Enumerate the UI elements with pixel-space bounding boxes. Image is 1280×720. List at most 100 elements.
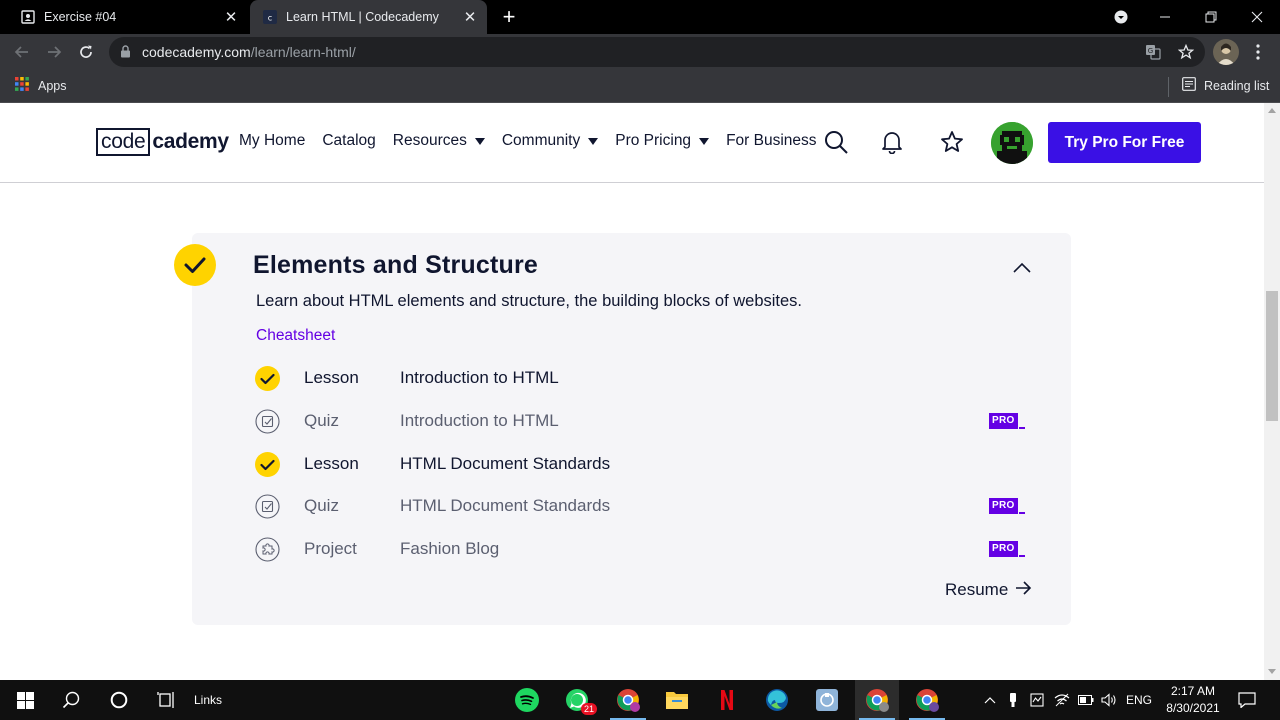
nav-for-business[interactable]: For Business: [726, 132, 816, 150]
tab-favicon-icon: c: [262, 9, 278, 25]
browser-toolbar: codecademy.com/learn/learn-html/ G: [0, 34, 1280, 70]
battery-icon[interactable]: [1075, 680, 1097, 720]
netflix-icon[interactable]: [707, 680, 747, 720]
tab-favicon-icon: [20, 9, 36, 25]
bookmarks-bar: Apps Reading list: [0, 70, 1280, 103]
logo-rest-text: cademy: [152, 130, 229, 153]
page-scrollbar[interactable]: [1264, 103, 1280, 680]
chrome-profile-icon[interactable]: [905, 680, 949, 720]
module-title: Elements and Structure: [253, 251, 539, 279]
reading-list-label: Reading list: [1204, 78, 1270, 93]
lock-icon[interactable]: [120, 45, 131, 63]
arrow-right-icon: [1015, 580, 1032, 600]
translate-icon[interactable]: G: [1143, 42, 1163, 62]
page-viewport: code cademy My Home Catalog Resources Co…: [0, 103, 1264, 680]
tab-codecademy[interactable]: c Learn HTML | Codecademy ✕: [250, 0, 487, 34]
profile-avatar[interactable]: [1213, 39, 1239, 65]
notifications-icon[interactable]: [1230, 680, 1264, 720]
module-item[interactable]: Quiz HTML Document Standards PRO: [255, 491, 1030, 521]
item-type: Quiz: [304, 411, 339, 430]
restore-icon[interactable]: [1188, 0, 1234, 34]
back-icon[interactable]: [9, 39, 35, 65]
show-hidden-icons-icon[interactable]: [980, 680, 1000, 720]
profile-dropdown-icon[interactable]: [1098, 0, 1144, 34]
quiz-icon: [255, 494, 280, 519]
tab-title: Learn HTML | Codecademy: [286, 10, 439, 24]
item-name: Fashion Blog: [400, 539, 500, 558]
module-item[interactable]: Lesson HTML Document Standards: [255, 449, 1030, 479]
new-tab-icon[interactable]: +: [497, 4, 521, 29]
cheatsheet-link[interactable]: Cheatsheet: [256, 327, 335, 345]
caret-down-icon: [699, 137, 710, 145]
scrollbar-thumb[interactable]: [1266, 291, 1278, 421]
reading-list-button[interactable]: Reading list: [1182, 77, 1269, 94]
bell-icon[interactable]: [878, 128, 906, 156]
reading-list-icon: [1182, 77, 1196, 94]
caret-down-icon: [474, 137, 485, 145]
chevron-up-icon[interactable]: [1010, 257, 1034, 277]
logo-boxed-text: code: [96, 128, 151, 156]
edge-icon[interactable]: [757, 680, 797, 720]
user-avatar[interactable]: [991, 122, 1033, 164]
bookmarks-divider: [1168, 77, 1169, 97]
nav-community[interactable]: Community: [502, 132, 599, 150]
project-puzzle-icon: [255, 537, 280, 562]
close-icon[interactable]: ✕: [459, 6, 481, 28]
windows-start-icon[interactable]: [2, 680, 48, 720]
cortana-icon[interactable]: [96, 680, 142, 720]
chrome-profile-z-icon[interactable]: [606, 680, 650, 720]
resume-button[interactable]: Resume: [945, 580, 1032, 600]
check-icon: [255, 366, 280, 391]
bookmark-star-icon[interactable]: [1176, 42, 1196, 62]
caret-down-icon: [588, 137, 599, 145]
taskbar-search-icon[interactable]: [48, 680, 94, 720]
module-item[interactable]: Project Fashion Blog PRO: [255, 534, 1030, 564]
window-close-icon[interactable]: [1234, 0, 1280, 34]
apps-grid-icon: [15, 77, 29, 94]
codecademy-logo[interactable]: code cademy: [96, 128, 229, 156]
usb-device-icon[interactable]: [1003, 680, 1023, 720]
spotify-icon[interactable]: [507, 680, 547, 720]
nav-resources[interactable]: Resources: [393, 132, 485, 150]
module-item[interactable]: Lesson Introduction to HTML: [255, 363, 1030, 393]
whatsapp-icon[interactable]: 21: [557, 680, 597, 720]
module-item[interactable]: Quiz Introduction to HTML PRO: [255, 406, 1030, 436]
input-language[interactable]: ENG: [1122, 680, 1156, 720]
item-name: Introduction to HTML: [400, 368, 559, 387]
task-view-icon[interactable]: [144, 680, 190, 720]
scroll-up-icon[interactable]: [1268, 108, 1276, 113]
nav-my-home[interactable]: My Home: [239, 132, 305, 150]
bookmark-apps[interactable]: Apps: [15, 77, 67, 94]
nav-pro-pricing[interactable]: Pro Pricing: [615, 132, 710, 150]
forward-icon[interactable]: [41, 39, 67, 65]
check-icon: [255, 452, 280, 477]
item-name: Introduction to HTML: [400, 411, 559, 430]
close-icon[interactable]: ✕: [220, 6, 242, 28]
browser-tab-bar: Exercise #04 ✕ c Learn HTML | Codecademy…: [0, 0, 1280, 34]
address-bar[interactable]: codecademy.com/learn/learn-html/ G: [109, 37, 1205, 67]
module-description: Learn about HTML elements and structure,…: [256, 292, 803, 310]
file-explorer-icon[interactable]: [657, 680, 697, 720]
windows-taskbar: Links 21 ENG 2:17 AM 8/30/2021: [0, 680, 1280, 720]
task-manager-icon[interactable]: [1027, 680, 1047, 720]
nav-catalog[interactable]: Catalog: [322, 132, 375, 150]
app-launcher-icon[interactable]: [807, 680, 847, 720]
minimize-icon[interactable]: [1142, 0, 1188, 34]
item-type: Quiz: [304, 496, 339, 515]
chrome-active-icon[interactable]: [855, 680, 899, 720]
system-clock[interactable]: 2:17 AM 8/30/2021: [1160, 683, 1226, 717]
site-header: code cademy My Home Catalog Resources Co…: [0, 103, 1264, 183]
browser-menu-icon[interactable]: [1245, 39, 1271, 65]
wifi-icon[interactable]: [1051, 680, 1073, 720]
volume-icon[interactable]: [1098, 680, 1120, 720]
site-nav: My Home Catalog Resources Community Pro …: [239, 132, 834, 150]
whatsapp-unread-badge: 21: [580, 703, 597, 715]
search-icon[interactable]: [822, 128, 850, 156]
scroll-down-icon[interactable]: [1268, 669, 1276, 674]
star-icon[interactable]: [938, 128, 966, 156]
reload-icon[interactable]: [73, 39, 99, 65]
tab-exercise[interactable]: Exercise #04 ✕: [8, 0, 248, 34]
taskbar-links-toolbar[interactable]: Links: [190, 680, 226, 720]
pro-badge: PRO: [989, 413, 1025, 429]
try-pro-button[interactable]: Try Pro For Free: [1048, 122, 1201, 163]
